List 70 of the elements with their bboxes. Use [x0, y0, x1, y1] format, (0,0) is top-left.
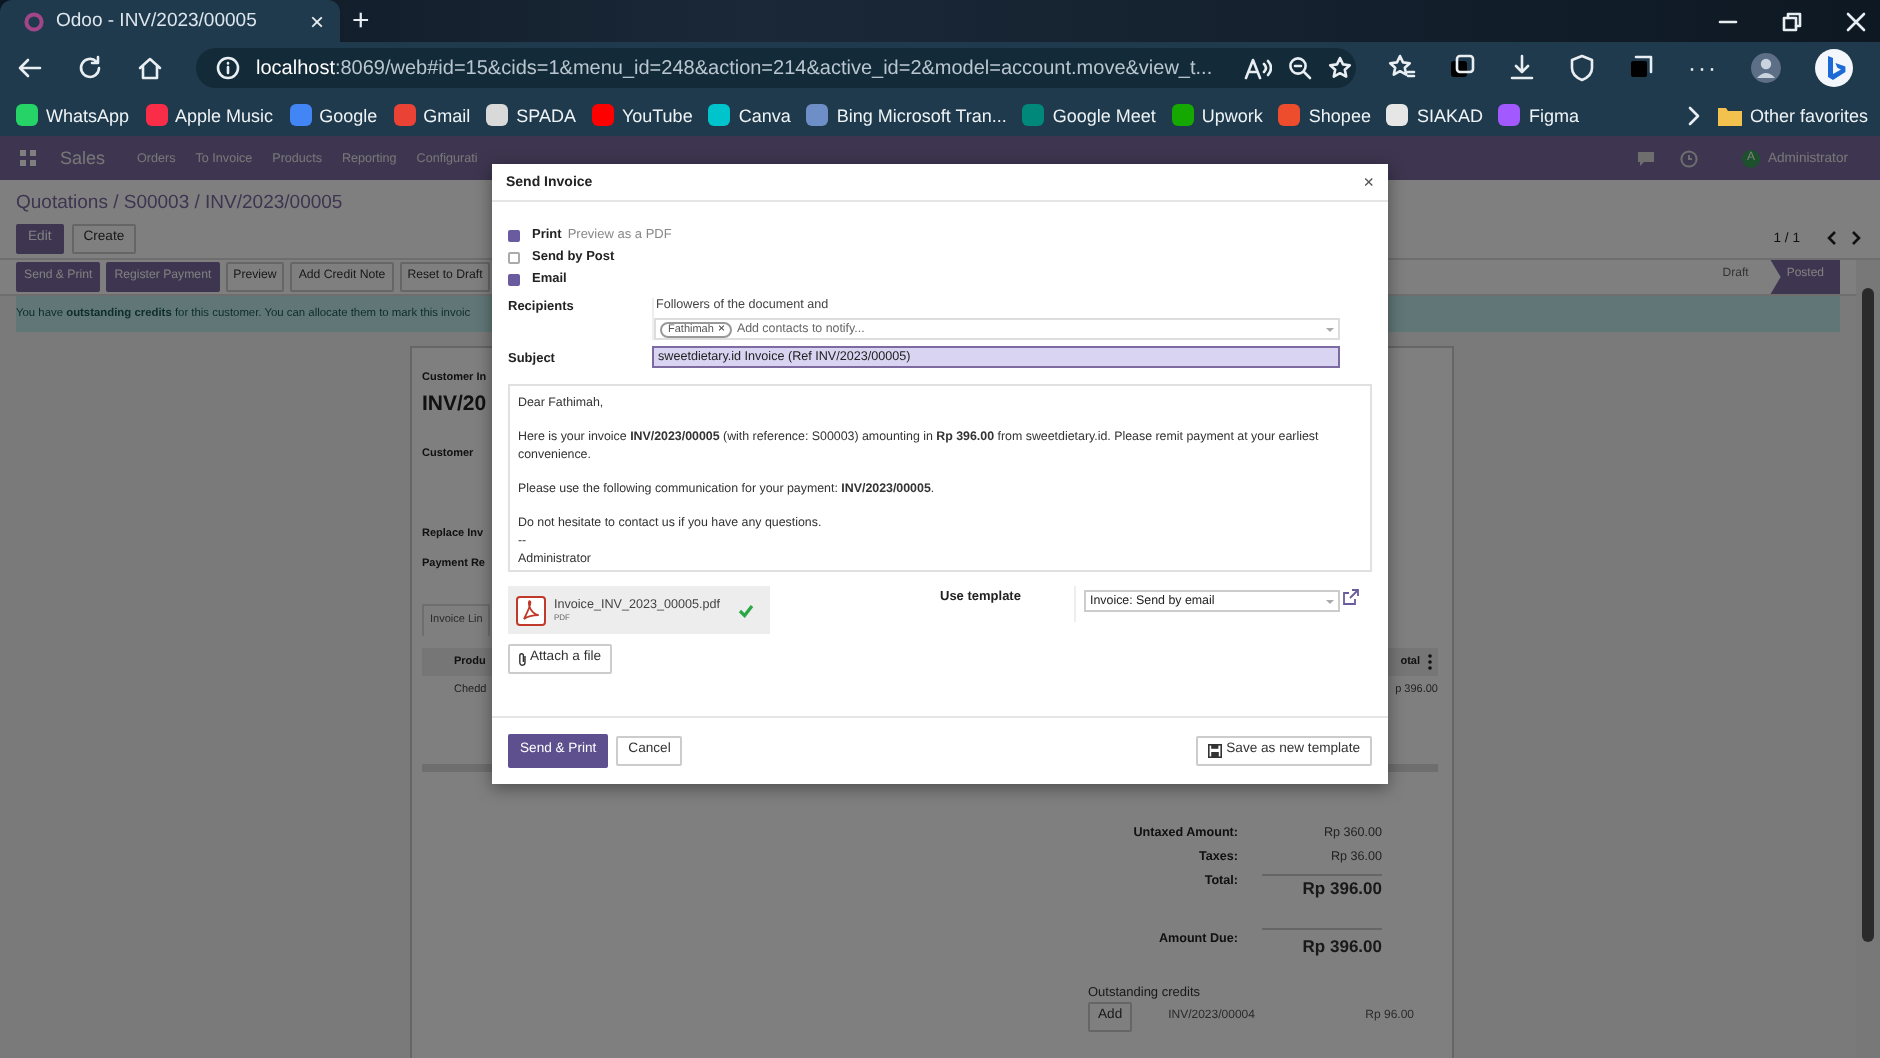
checkbox[interactable]	[508, 251, 520, 263]
bookmark-label: Canva	[738, 105, 791, 125]
next-icon[interactable]	[1848, 230, 1864, 247]
bookmark[interactable]: YouTube	[591, 104, 693, 126]
restore-icon[interactable]	[1780, 9, 1804, 33]
bookmark-label: WhatsApp	[46, 105, 130, 125]
bookmark[interactable]: WhatsApp	[16, 104, 130, 126]
total-value: Rp 396.00	[1262, 874, 1382, 898]
bookmark[interactable]: Shopee	[1278, 104, 1371, 126]
favorites-icon[interactable]	[1388, 54, 1416, 82]
checkbox[interactable]	[508, 229, 520, 241]
bookmark-label: Bing Microsoft Tran...	[836, 105, 1007, 125]
url-text: localhost:8069/web#id=15&cids=1&menu_id=248&action=214&active_id=2&model=account.move&view_t...	[256, 57, 1213, 79]
bookmark-label: Other favorites	[1749, 105, 1868, 125]
record-title: INV/20	[422, 392, 487, 416]
bookmark-label: Google	[319, 105, 378, 125]
pdf-file-icon	[516, 595, 546, 625]
bookmark[interactable]: SPADA	[486, 104, 576, 126]
bookmark-label: YouTube	[621, 105, 693, 125]
bookmark[interactable]: SIAKAD	[1386, 104, 1483, 126]
star-add-icon[interactable]	[1328, 56, 1355, 80]
read-aloud-icon[interactable]	[1244, 56, 1273, 80]
zoom-out-icon[interactable]	[1288, 56, 1313, 80]
previous-icon[interactable]	[1824, 230, 1840, 247]
bookmark[interactable]: Canva	[708, 104, 791, 126]
total-value: Rp 396.00	[1262, 928, 1382, 956]
save-icon	[1208, 744, 1223, 758]
tabs-icon[interactable]	[1628, 54, 1656, 82]
info-icon	[216, 56, 240, 80]
reload-icon[interactable]	[76, 54, 104, 82]
address-bar[interactable]: localhost:8069/web#id=15&cids=1&menu_id=248&action=214&active_id=2&model=account.move&view_t...	[196, 48, 1356, 88]
close-button[interactable]: ×	[309, 7, 324, 35]
bookmark[interactable]: Other favorites	[1717, 105, 1868, 125]
profile-avatar-icon[interactable]	[1750, 52, 1782, 84]
home-icon[interactable]	[136, 54, 164, 82]
bookmark[interactable]: Bing Microsoft Tran...	[806, 104, 1007, 126]
bookmark[interactable]: Apple Music	[145, 104, 274, 126]
close-button[interactable]: ×	[1363, 172, 1374, 192]
close-icon[interactable]	[1844, 9, 1868, 33]
bookmark-label: Upwork	[1201, 105, 1263, 125]
more-button[interactable]: ···	[1688, 54, 1718, 82]
shield-icon[interactable]	[1568, 54, 1596, 82]
external-link-icon[interactable]	[1342, 588, 1360, 606]
back-icon[interactable]	[16, 54, 44, 82]
bing-icon[interactable]	[1814, 48, 1854, 88]
checkbox[interactable]	[508, 273, 520, 285]
bookmark[interactable]: Upwork	[1171, 104, 1263, 126]
bookmark-label: Gmail	[423, 105, 471, 125]
email-body-editor[interactable]	[508, 384, 1372, 572]
bookmark-label: Google Meet	[1052, 105, 1156, 125]
browser-tab[interactable]: Odoo - INV/2023/00005 ×	[0, 0, 340, 42]
tab-title: Odoo - INV/2023/00005	[56, 10, 259, 32]
bookmark-label: Shopee	[1308, 105, 1371, 125]
new-tab-button[interactable]: +	[352, 4, 370, 38]
folder-icon	[1717, 105, 1742, 125]
paperclip-icon	[518, 652, 528, 666]
bookmark[interactable]: Google Meet	[1022, 104, 1156, 126]
download-icon[interactable]	[1508, 54, 1536, 82]
collections-icon[interactable]	[1448, 54, 1476, 82]
app-logo-icon	[24, 11, 44, 31]
bookmark-label: SPADA	[516, 105, 576, 125]
chevron-right-icon[interactable]	[1685, 105, 1702, 125]
bookmark-label: SIAKAD	[1416, 105, 1483, 125]
bookmark[interactable]: Figma	[1498, 104, 1579, 126]
bookmark[interactable]: Google	[289, 104, 378, 126]
apps-menu-icon[interactable]	[20, 150, 36, 166]
bookmark[interactable]: Gmail	[393, 104, 471, 126]
bookmark-label: Apple Music	[175, 105, 274, 125]
column-options-icon[interactable]	[1426, 654, 1434, 670]
bookmark-label: Figma	[1528, 105, 1579, 125]
